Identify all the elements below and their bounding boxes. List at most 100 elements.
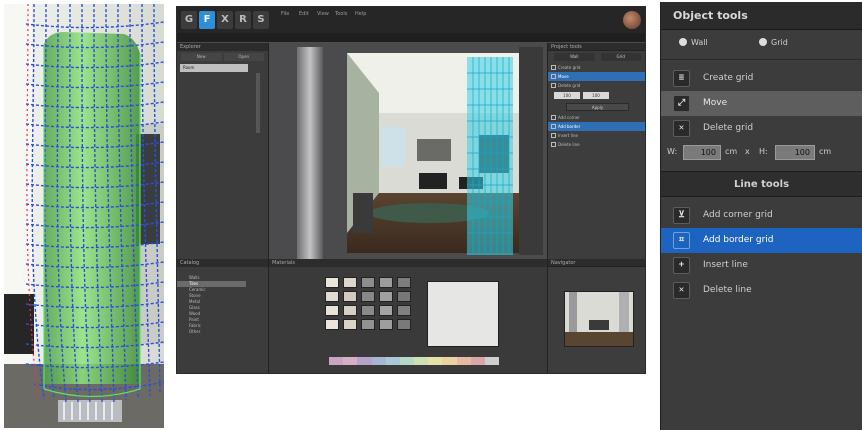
rp-dimension-inputs: 100 100 [548, 90, 645, 101]
navigator-thumbnail[interactable] [564, 291, 634, 347]
height-unit: cm [819, 147, 832, 156]
color-palette-strip[interactable] [329, 357, 500, 365]
insert-line-button[interactable]: + Insert line [661, 253, 862, 278]
radio-icon [759, 38, 767, 46]
app-logo-letter-2[interactable]: F [199, 11, 215, 29]
rp-width-input[interactable]: 100 [554, 92, 580, 99]
app-logo-letter-5[interactable]: S [253, 11, 269, 29]
move-label: Move [703, 98, 728, 108]
swatch[interactable] [325, 305, 339, 316]
mode-wall-radio[interactable]: Wall [679, 38, 708, 47]
swatch[interactable] [361, 291, 375, 302]
delete-line-icon [551, 142, 556, 147]
add-border-icon [551, 124, 556, 129]
swatch[interactable] [343, 319, 357, 330]
menu-tools[interactable]: Tools [335, 11, 347, 17]
swatch[interactable] [361, 319, 375, 330]
swatch[interactable] [343, 291, 357, 302]
material-header: Materials [269, 259, 547, 267]
mode-grid-label: Grid [771, 38, 788, 47]
tree-item[interactable]: Other [177, 329, 246, 335]
explorer-tab-open[interactable]: Open [223, 53, 264, 61]
mode-grid-radio[interactable]: Grid [759, 38, 788, 47]
rp-create-grid-label: Create grid [558, 65, 581, 70]
project-tools-panel: Project tools Wall Grid Create grid Move… [547, 43, 645, 259]
delete-line-button[interactable]: ✕ Delete line [661, 278, 862, 303]
rp-height-input[interactable]: 100 [583, 92, 609, 99]
swatch[interactable] [343, 277, 357, 288]
create-grid-label: Create grid [703, 73, 754, 83]
swatch[interactable] [361, 277, 375, 288]
menu-view[interactable]: View [317, 11, 329, 17]
move-icon: ⤢ [673, 95, 690, 112]
toolbar [177, 33, 645, 43]
delete-grid-icon [551, 83, 556, 88]
app-logo-letter-4[interactable]: R [235, 11, 251, 29]
mode-wall[interactable]: Wall [554, 53, 595, 61]
width-unit: cm [725, 147, 738, 156]
rp-create-grid[interactable]: Create grid [548, 63, 645, 72]
create-grid-button[interactable]: ≡ Create grid [661, 66, 862, 91]
add-border-grid-button[interactable]: ⌗ Add border grid [661, 228, 862, 253]
move-button[interactable]: ⤢ Move [661, 91, 862, 116]
menu-file[interactable]: File [281, 11, 289, 17]
radio-icon [679, 38, 687, 46]
navigator-header: Navigator [548, 259, 645, 267]
add-corner-grid-button[interactable]: ⊻ Add corner grid [661, 203, 862, 228]
catalog-header: Catalog [177, 259, 268, 267]
add-border-grid-label: Add border grid [703, 235, 774, 245]
swatch[interactable] [397, 305, 411, 316]
swatch[interactable] [343, 305, 357, 316]
grid-create-icon: ≡ [673, 70, 690, 87]
material-panel: Materials [269, 259, 547, 373]
rp-add-corner-label: Add corner [558, 115, 580, 120]
insert-line-label: Insert line [703, 260, 748, 270]
add-corner-icon: ⊻ [673, 207, 690, 224]
move-icon [551, 74, 556, 79]
swatch[interactable] [325, 319, 339, 330]
swatch[interactable] [379, 319, 393, 330]
swatch[interactable] [379, 305, 393, 316]
swatch[interactable] [361, 305, 375, 316]
rp-delete-line[interactable]: Delete line [548, 140, 645, 149]
explorer-scrollbar[interactable] [256, 73, 260, 133]
rp-apply-button[interactable]: Apply [566, 103, 629, 111]
3d-viewport[interactable] [269, 43, 547, 259]
delete-grid-button[interactable]: ✕ Delete grid [661, 116, 862, 141]
width-input[interactable]: 100 [683, 145, 721, 160]
rp-insert-line[interactable]: Insert line [548, 131, 645, 140]
swatch[interactable] [379, 277, 393, 288]
room-render [269, 43, 547, 259]
navigator-panel: Navigator [547, 259, 645, 373]
catalog-panel: Catalog Walls Tiles Ceramic Stone Metal … [177, 259, 269, 373]
explorer-header: Explorer [177, 43, 268, 51]
delete-line-label: Delete line [703, 285, 752, 295]
swatch[interactable] [397, 277, 411, 288]
mode-grid[interactable]: Grid [600, 53, 641, 61]
insert-line-icon: + [673, 257, 690, 274]
rp-add-corner[interactable]: Add corner [548, 113, 645, 122]
explorer-selected-row[interactable]: Room [180, 64, 248, 72]
swatch[interactable] [397, 291, 411, 302]
menu-help[interactable]: Help [355, 11, 366, 17]
height-label: H: [759, 147, 768, 156]
line-tools-title: Line tools [661, 171, 862, 197]
avatar[interactable] [623, 11, 641, 29]
composite-screenshot: G F X R S File Edit View Tools Help Expl… [0, 0, 862, 430]
app-window: G F X R S File Edit View Tools Help Expl… [176, 6, 646, 374]
times-label: x [745, 147, 750, 156]
grid-dimensions: W: 100 cm x H: 100 cm [661, 141, 862, 165]
grid-create-icon [551, 65, 556, 70]
rp-add-border[interactable]: Add border [548, 122, 645, 131]
menu-edit[interactable]: Edit [299, 11, 309, 17]
rp-move[interactable]: Move [548, 72, 645, 81]
swatch[interactable] [325, 277, 339, 288]
rp-delete-grid[interactable]: Delete grid [548, 81, 645, 90]
explorer-tab-new[interactable]: New [181, 53, 222, 61]
swatch[interactable] [325, 291, 339, 302]
height-input[interactable]: 100 [775, 145, 815, 160]
swatch[interactable] [379, 291, 393, 302]
swatch[interactable] [397, 319, 411, 330]
project-tools-modes: Wall Grid [548, 51, 645, 63]
app-logo-letter-3[interactable]: X [217, 11, 233, 29]
